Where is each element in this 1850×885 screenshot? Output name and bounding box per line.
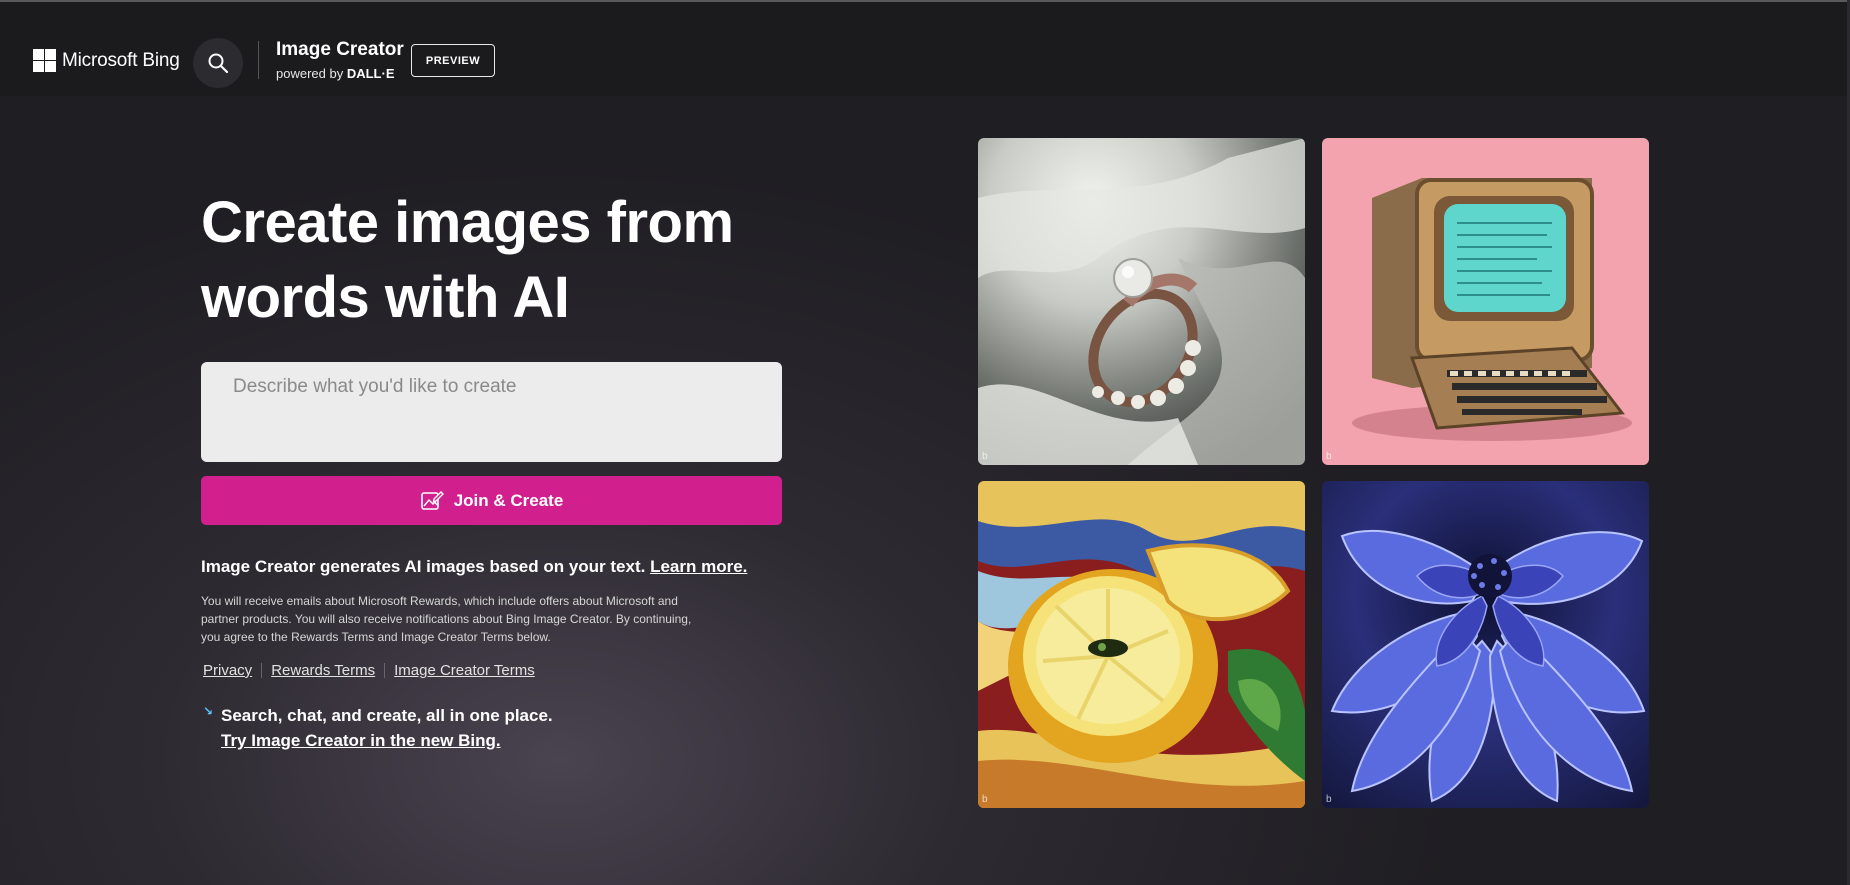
image-creator-brand[interactable]: Image Creator powered by DALL·E <box>276 39 404 81</box>
info-main-text: Image Creator generates AI images based … <box>201 557 651 576</box>
image-create-icon <box>420 490 444 510</box>
legal-links: Privacy Rewards Terms Image Creator Term… <box>203 662 535 679</box>
image-creator-terms-link[interactable]: Image Creator Terms <box>394 662 535 679</box>
search-button[interactable] <box>193 38 243 88</box>
link-separator <box>384 663 386 678</box>
windows-logo-icon <box>33 49 56 72</box>
bing-watermark-icon: b <box>982 794 988 805</box>
new-bing-promo: ↘ Search, chat, and create, all in one p… <box>203 703 553 753</box>
link-separator <box>261 663 263 678</box>
preview-badge: PREVIEW <box>411 44 495 77</box>
gallery-image-blue-dahlia[interactable]: b <box>1322 481 1649 808</box>
header-divider <box>258 41 259 79</box>
sparkle-icon: ↘ <box>203 704 214 718</box>
join-button-label: Join & Create <box>453 490 564 510</box>
logo-text: Microsoft Bing <box>62 49 180 71</box>
prompt-input[interactable] <box>201 362 782 462</box>
bing-watermark-icon: b <box>982 451 988 462</box>
bing-watermark-icon: b <box>1326 794 1332 805</box>
microsoft-bing-logo[interactable]: Microsoft Bing <box>33 49 180 72</box>
learn-more-link[interactable]: Learn more. <box>650 557 747 576</box>
page-title: Create images from words with AI <box>201 185 821 335</box>
title-line-1: Create images from <box>201 190 734 255</box>
gallery-image-vintage-computer[interactable]: b <box>1322 138 1649 465</box>
gallery-image-pearl-ring[interactable]: b <box>978 138 1305 465</box>
join-and-create-button[interactable]: Join & Create <box>201 476 782 525</box>
new-bing-headline: Search, chat, and create, all in one pla… <box>221 706 553 725</box>
brand-subtitle-prefix: powered by <box>276 66 347 81</box>
privacy-link[interactable]: Privacy <box>203 662 252 679</box>
brand-subtitle-dalle: DALL·E <box>346 66 395 81</box>
bing-watermark-icon: b <box>1326 451 1332 462</box>
rewards-disclaimer: You will receive emails about Microsoft … <box>201 594 692 644</box>
title-line-2: words with AI <box>201 265 570 330</box>
info-description: Image Creator generates AI images based … <box>201 557 747 577</box>
try-new-bing-link[interactable]: Try Image Creator in the new Bing. <box>221 728 553 753</box>
brand-subtitle: powered by DALL·E <box>276 66 404 81</box>
search-icon <box>208 53 229 74</box>
top-navigation-bar: Microsoft Bing Image Creator powered by … <box>0 0 1850 96</box>
brand-title: Image Creator <box>276 39 404 60</box>
gallery-image-lemon-painting[interactable]: b <box>978 481 1305 808</box>
rewards-terms-link[interactable]: Rewards Terms <box>271 662 375 679</box>
